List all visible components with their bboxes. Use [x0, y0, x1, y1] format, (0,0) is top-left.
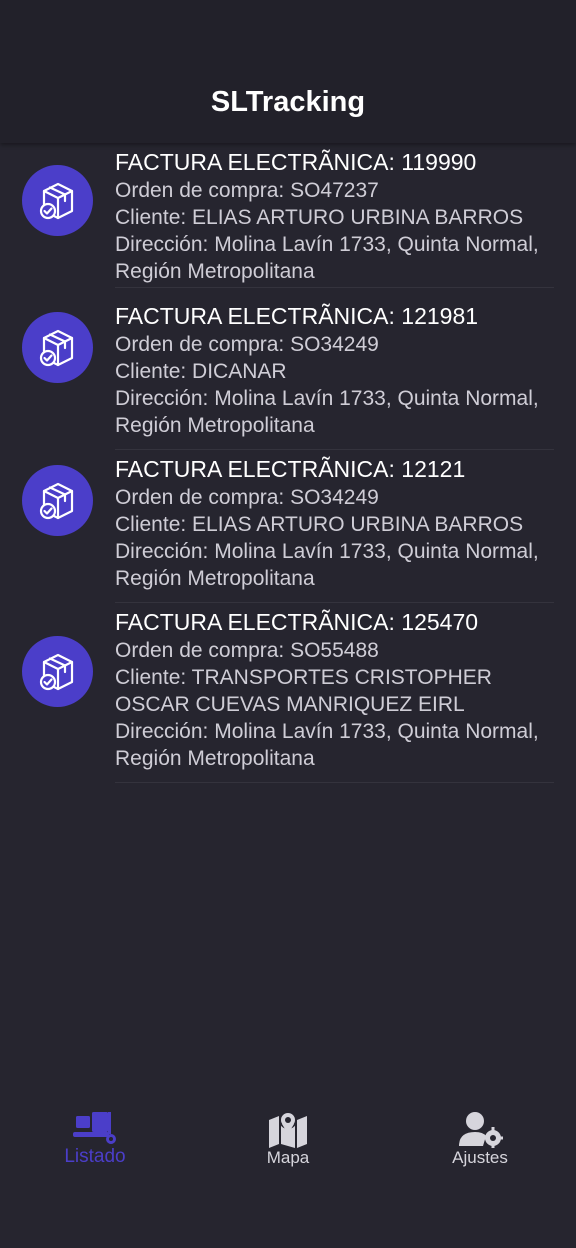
client-name: Cliente: DICANAR — [115, 360, 287, 383]
list-item[interactable]: FACTURA ELECTRÃNICA: 121981 Orden de com… — [0, 297, 576, 450]
package-check-icon — [22, 636, 93, 707]
client-name: Cliente: TRANSPORTES CRISTOPHER OSCAR CU… — [115, 666, 492, 716]
list-item[interactable]: FACTURA ELECTRÃNICA: 125470 Orden de com… — [0, 603, 576, 783]
invoice-list: FACTURA ELECTRÃNICA: 119990 Orden de com… — [0, 143, 576, 783]
delivery-address: Dirección: Molina Lavín 1733, Quinta Nor… — [115, 540, 539, 590]
tab-mapa[interactable]: Mapa — [213, 1100, 363, 1190]
invoice-number: FACTURA ELECTRÃNICA: 125470 — [115, 609, 479, 635]
order-number: Orden de compra: SO47237 — [115, 179, 379, 202]
dolly-icon — [73, 1112, 116, 1144]
app-header: SLTracking — [0, 0, 576, 143]
invoice-number: FACTURA ELECTRÃNICA: 121981 — [115, 303, 479, 329]
package-check-icon — [22, 465, 93, 536]
tab-label: Listado — [64, 1146, 126, 1167]
list-item[interactable]: FACTURA ELECTRÃNICA: 119990 Orden de com… — [0, 143, 576, 288]
list-item[interactable]: FACTURA ELECTRÃNICA: 12121 Orden de comp… — [0, 450, 576, 603]
order-number: Orden de compra: SO55488 — [115, 639, 379, 662]
client-name: Cliente: ELIAS ARTURO URBINA BARROS — [115, 206, 524, 229]
package-check-icon — [22, 165, 93, 236]
order-number: Orden de compra: SO34249 — [115, 486, 379, 509]
tab-label: Ajustes — [452, 1148, 508, 1167]
delivery-address: Dirección: Molina Lavín 1733, Quinta Nor… — [115, 387, 539, 437]
order-number: Orden de compra: SO34249 — [115, 333, 379, 356]
delivery-address: Dirección: Molina Lavín 1733, Quinta Nor… — [115, 233, 539, 283]
client-name: Cliente: ELIAS ARTURO URBINA BARROS — [115, 513, 524, 536]
user-settings-icon — [459, 1112, 503, 1148]
bottom-tab-bar: Listado Mapa Ajustes — [0, 1100, 576, 1190]
map-icon — [269, 1111, 307, 1148]
tab-label: Mapa — [266, 1148, 310, 1167]
invoice-number: FACTURA ELECTRÃNICA: 12121 — [115, 456, 466, 482]
tab-ajustes[interactable]: Ajustes — [405, 1100, 555, 1190]
invoice-number: FACTURA ELECTRÃNICA: 119990 — [115, 149, 477, 175]
package-check-icon — [22, 312, 93, 383]
page-title: SLTracking — [210, 86, 366, 118]
delivery-address: Dirección: Molina Lavín 1733, Quinta Nor… — [115, 720, 539, 770]
tab-listado[interactable]: Listado — [20, 1100, 170, 1190]
